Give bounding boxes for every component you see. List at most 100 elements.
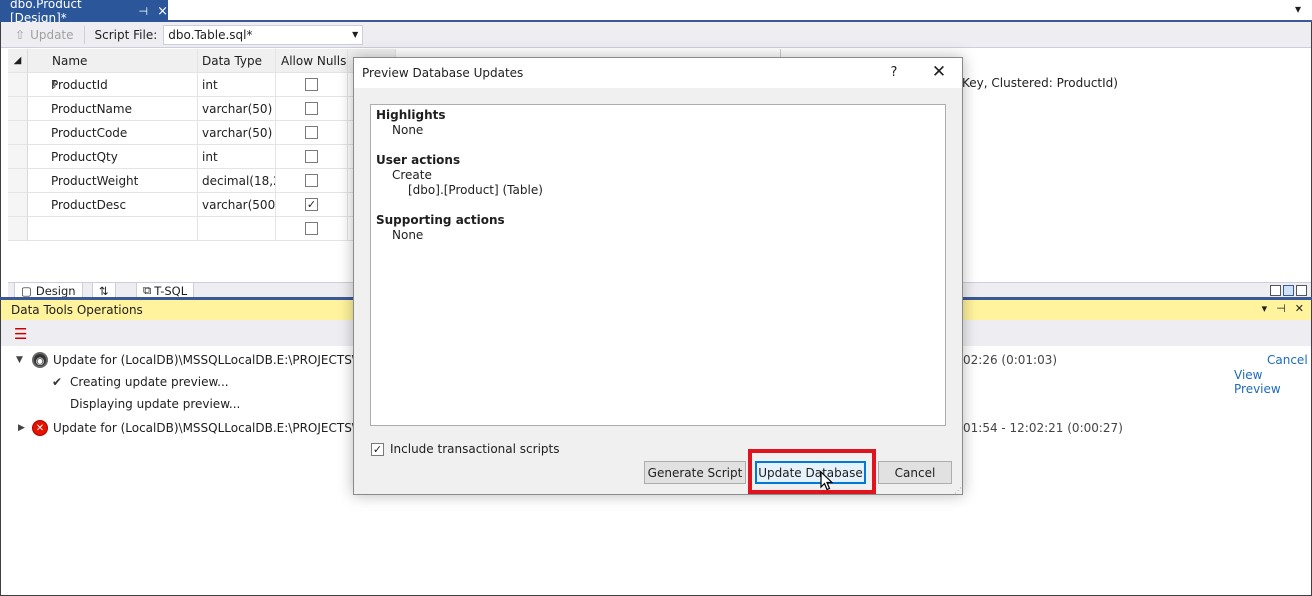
column-name-cell[interactable]: ProductCode bbox=[28, 121, 198, 145]
script-file-dropdown[interactable]: dbo.Table.sql* ▼ bbox=[163, 24, 364, 45]
allow-nulls-cell[interactable] bbox=[276, 169, 348, 193]
cancel-operation-link[interactable]: Cancel bbox=[1267, 353, 1308, 367]
user-actions-verb: Create bbox=[392, 168, 432, 182]
column-name-cell[interactable]: ProductDesc bbox=[28, 193, 198, 217]
allow-nulls-checkbox[interactable] bbox=[305, 174, 318, 187]
data-type-cell[interactable]: varchar(50) bbox=[198, 121, 276, 145]
view-preview-link[interactable]: View Preview bbox=[1234, 368, 1311, 396]
tab-overflow-chevron-icon[interactable]: ▾ bbox=[1290, 2, 1306, 18]
operation-3-text: Displaying update preview... bbox=[70, 397, 241, 411]
data-type-cell[interactable] bbox=[198, 217, 276, 241]
row-selector[interactable] bbox=[8, 145, 28, 169]
supporting-actions-value: None bbox=[392, 228, 424, 242]
cancel-button[interactable]: Cancel bbox=[878, 461, 952, 484]
table-row[interactable]: ProductQty int bbox=[8, 145, 396, 169]
operation-4-time: 01:54 - 12:02:21 (0:00:27) bbox=[963, 421, 1123, 435]
window-position-dropdown-icon[interactable]: ▾ bbox=[1262, 302, 1268, 315]
allow-nulls-checkbox[interactable] bbox=[305, 102, 318, 115]
row-selector[interactable] bbox=[8, 193, 28, 217]
column-name: ProductDesc bbox=[51, 197, 127, 212]
column-name-cell[interactable]: ⚷ ProductId bbox=[28, 73, 198, 97]
clear-operations-icon[interactable]: ☰ bbox=[14, 325, 27, 343]
designer-toolbar: ⇧ Update Script File: dbo.Table.sql* ▼ bbox=[1, 22, 1311, 48]
toolbar-separator bbox=[83, 25, 85, 44]
tsql-tab-icon: ⧉ bbox=[143, 283, 152, 297]
tab-design-label: Design bbox=[35, 283, 76, 298]
column-name-cell[interactable]: ProductName bbox=[28, 97, 198, 121]
table-row[interactable]: ProductName varchar(50) bbox=[8, 97, 396, 121]
data-type-cell[interactable]: int bbox=[198, 145, 276, 169]
row-selector[interactable] bbox=[8, 97, 28, 121]
allow-nulls-cell[interactable] bbox=[276, 97, 348, 121]
close-tool-window-icon[interactable]: ✕ bbox=[1295, 302, 1304, 315]
table-row[interactable]: ProductCode varchar(50) bbox=[8, 121, 396, 145]
data-type-cell[interactable]: varchar(50) bbox=[198, 97, 276, 121]
data-type-cell[interactable]: decimal(18,2) bbox=[198, 169, 276, 193]
grid-header-row: ◢ Name Data Type Allow Nulls bbox=[8, 49, 396, 73]
table-row[interactable]: ProductWeight decimal(18,2) bbox=[8, 169, 396, 193]
allow-nulls-cell[interactable] bbox=[276, 121, 348, 145]
allow-nulls-cell[interactable] bbox=[276, 145, 348, 169]
operation-1-time: 02:26 (0:01:03) bbox=[963, 353, 1058, 367]
dropdown-arrow-icon: ▼ bbox=[352, 30, 359, 39]
allow-nulls-cell[interactable] bbox=[276, 73, 348, 97]
column-name-cell[interactable] bbox=[28, 217, 198, 241]
data-type-cell[interactable]: int bbox=[198, 73, 276, 97]
row-selector[interactable] bbox=[8, 121, 28, 145]
update-button-label: Update bbox=[30, 27, 74, 42]
close-dialog-icon[interactable]: ✕ bbox=[929, 62, 949, 82]
operation-4-text: Update for (LocalDB)\MSSQLLocalDB.E:\PRO… bbox=[53, 421, 394, 435]
generate-script-button[interactable]: Generate Script bbox=[644, 461, 746, 484]
header-data-type[interactable]: Data Type bbox=[198, 49, 276, 73]
select-all-corner[interactable]: ◢ bbox=[8, 49, 28, 73]
include-transactional-checkbox[interactable]: ✓ bbox=[371, 442, 384, 456]
allow-nulls-checkbox[interactable] bbox=[305, 222, 318, 235]
allow-nulls-checkbox[interactable] bbox=[305, 126, 318, 139]
expand-collapse-icon[interactable]: ▶ bbox=[18, 423, 25, 433]
column-name-cell[interactable]: ProductQty bbox=[28, 145, 198, 169]
row-selector[interactable] bbox=[8, 73, 28, 97]
row-selector[interactable] bbox=[8, 169, 28, 193]
table-row[interactable] bbox=[8, 217, 396, 241]
collapse-pane-icon[interactable] bbox=[1296, 285, 1307, 296]
vertical-split-icon[interactable] bbox=[1270, 285, 1281, 296]
column-name: ProductCode bbox=[51, 125, 128, 140]
close-tab-icon[interactable]: × bbox=[157, 4, 168, 19]
user-actions-object: [dbo].[Product] (Table) bbox=[408, 183, 543, 197]
header-name[interactable]: Name bbox=[28, 49, 198, 73]
include-transactional-scripts[interactable]: ✓ Include transactional scripts bbox=[371, 442, 559, 456]
user-actions-heading: User actions bbox=[376, 153, 461, 167]
column-name: ProductId bbox=[51, 77, 108, 92]
table-row[interactable]: ⚷ ProductId int bbox=[8, 73, 396, 97]
column-grid: ◢ Name Data Type Allow Nulls ⚷ ProductId i… bbox=[8, 49, 396, 282]
help-icon[interactable]: ? bbox=[886, 65, 902, 80]
allow-nulls-cell[interactable] bbox=[276, 217, 348, 241]
preview-database-updates-dialog: Preview Database Updates ? ✕ Highlights … bbox=[353, 57, 963, 495]
update-preview-content: Highlights None User actions Create [dbo… bbox=[370, 104, 946, 426]
horizontal-split-icon[interactable] bbox=[1283, 285, 1294, 296]
document-tab[interactable]: dbo.Product [Design]* ⊣ × bbox=[0, 0, 168, 25]
data-type-cell[interactable]: varchar(500) bbox=[198, 193, 276, 217]
table-row[interactable]: ProductDesc varchar(500) ✓ bbox=[8, 193, 396, 217]
include-transactional-label: Include transactional scripts bbox=[390, 442, 560, 456]
auto-hide-pin-icon[interactable]: ⊣ bbox=[1276, 302, 1286, 315]
allow-nulls-checkbox[interactable]: ✓ bbox=[305, 198, 318, 211]
allow-nulls-checkbox[interactable] bbox=[305, 78, 318, 91]
pin-icon[interactable]: ⊣ bbox=[139, 5, 149, 18]
dialog-title-bar: Preview Database Updates bbox=[354, 58, 962, 88]
expand-collapse-icon[interactable]: ▼ bbox=[16, 355, 23, 365]
split-view-controls bbox=[1270, 285, 1307, 296]
allow-nulls-cell[interactable]: ✓ bbox=[276, 193, 348, 217]
update-button[interactable]: ⇧ Update bbox=[15, 28, 74, 42]
error-icon: ✕ bbox=[32, 420, 48, 436]
header-allow-nulls[interactable]: Allow Nulls bbox=[276, 49, 348, 73]
tool-window-controls: ▾ ⊣ ✕ bbox=[1262, 302, 1304, 315]
highlights-value: None bbox=[392, 123, 424, 137]
column-name-cell[interactable]: ProductWeight bbox=[28, 169, 198, 193]
highlights-heading: Highlights bbox=[376, 108, 446, 122]
allow-nulls-checkbox[interactable] bbox=[305, 150, 318, 163]
operation-2-text: Creating update preview... bbox=[70, 375, 229, 389]
script-file-value: dbo.Table.sql* bbox=[168, 27, 253, 42]
row-selector[interactable] bbox=[8, 217, 28, 241]
resize-grip-icon[interactable]: ⋰ bbox=[954, 486, 962, 495]
